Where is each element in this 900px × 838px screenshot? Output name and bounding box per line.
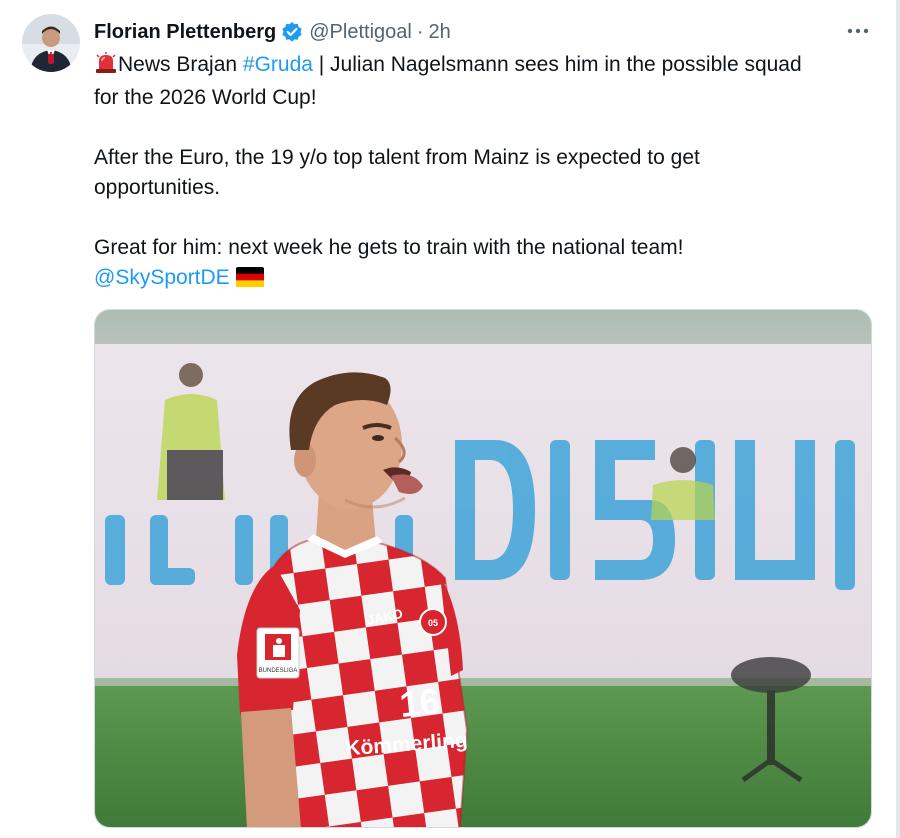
jersey-badge-text: BUNDESLIGA bbox=[259, 668, 298, 674]
avatar[interactable] bbox=[22, 14, 80, 72]
tweet-line: After the Euro, the 19 y/o top talent fr… bbox=[94, 146, 700, 169]
svg-text:05: 05 bbox=[428, 618, 438, 628]
tweet-line: News Brajan #Gruda | Julian Nagelsmann s… bbox=[94, 50, 884, 83]
scrollbar-track[interactable] bbox=[896, 0, 900, 838]
tweet-card[interactable]: Florian Plettenberg @Plettigoal · 2h New… bbox=[0, 0, 900, 838]
tweet-line: opportunities. bbox=[94, 176, 221, 199]
tweet-photo[interactable]: BUNDESLIGA JAKO 05 16 Kömmerling bbox=[94, 309, 872, 828]
tweet-line: Great for him: next week he gets to trai… bbox=[94, 236, 684, 259]
verified-badge-icon bbox=[281, 21, 303, 43]
siren-icon bbox=[94, 52, 118, 83]
mention-link[interactable]: @SkySportDE bbox=[94, 266, 230, 289]
handle[interactable]: @Plettigoal bbox=[309, 21, 412, 44]
tweet-text-segment: | Julian Nagelsmann sees him in the poss… bbox=[312, 53, 802, 76]
tweet-line: for the 2026 World Cup! bbox=[94, 86, 317, 109]
timestamp[interactable]: 2h bbox=[429, 21, 451, 44]
more-options-icon[interactable] bbox=[843, 20, 873, 42]
separator: · bbox=[416, 20, 424, 43]
tweet-text-segment: News Brajan bbox=[118, 53, 243, 76]
tweet-text: News Brajan #Gruda | Julian Nagelsmann s… bbox=[94, 50, 884, 296]
tweet-line: @SkySportDE bbox=[94, 263, 884, 296]
display-name[interactable]: Florian Plettenberg bbox=[94, 21, 276, 44]
germany-flag-icon bbox=[235, 266, 264, 296]
jersey-number: 16 bbox=[398, 680, 442, 725]
hashtag-link[interactable]: #Gruda bbox=[243, 53, 313, 76]
tweet-header: Florian Plettenberg @Plettigoal · 2h bbox=[94, 17, 451, 47]
